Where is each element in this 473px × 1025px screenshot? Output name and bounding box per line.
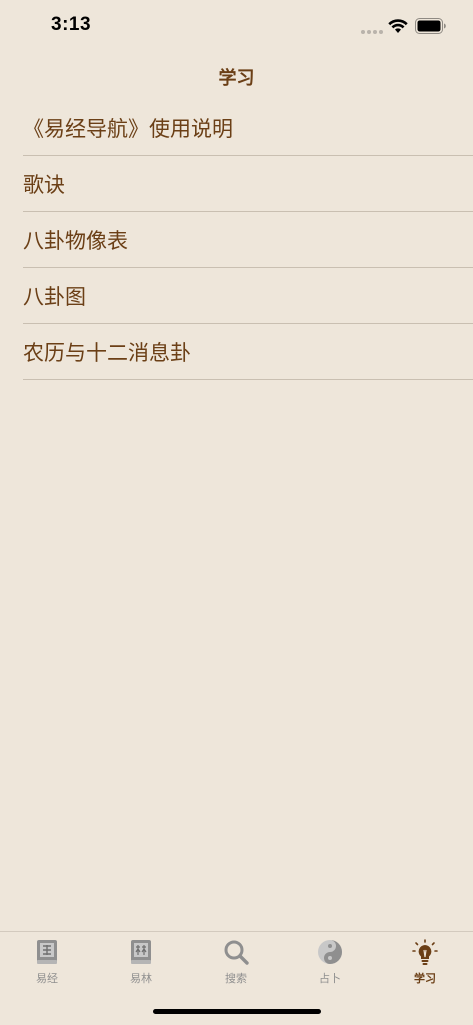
study-list: 《易经导航》使用说明 歌诀 八卦物像表 八卦图 农历与十二消息卦 bbox=[0, 100, 473, 380]
cellular-signal-icon bbox=[361, 30, 383, 34]
list-item-trigram-imagery-table[interactable]: 八卦物像表 bbox=[23, 212, 473, 268]
battery-icon bbox=[415, 18, 446, 34]
tab-label: 学习 bbox=[414, 972, 436, 985]
search-icon bbox=[224, 940, 249, 965]
tab-search[interactable]: 搜索 bbox=[189, 938, 283, 990]
yin-yang-icon bbox=[318, 940, 342, 964]
list-item-verses[interactable]: 歌诀 bbox=[23, 156, 473, 212]
tab-label: 易经 bbox=[36, 972, 58, 985]
status-time: 3:13 bbox=[51, 14, 92, 35]
tab-label: 占卜 bbox=[319, 972, 341, 985]
home-indicator[interactable] bbox=[153, 1009, 321, 1014]
tab-label: 易林 bbox=[130, 972, 152, 985]
tab-divination[interactable]: 占卜 bbox=[283, 938, 377, 990]
status-bar: 3:13 bbox=[0, 0, 473, 50]
list-item-lunar-calendar-hexagrams[interactable]: 农历与十二消息卦 bbox=[23, 324, 473, 380]
tab-study[interactable]: 学习 bbox=[378, 938, 472, 990]
page-title: 学习 bbox=[218, 68, 255, 89]
list-item-trigram-diagram[interactable]: 八卦图 bbox=[23, 268, 473, 324]
book-lin-icon bbox=[131, 940, 151, 964]
lightbulb-icon bbox=[412, 939, 438, 965]
list-item-usage-guide[interactable]: 《易经导航》使用说明 bbox=[23, 100, 473, 156]
tab-yijing[interactable]: 易经 bbox=[0, 938, 94, 990]
tab-label: 搜索 bbox=[225, 972, 247, 985]
book-jing-icon bbox=[37, 940, 57, 964]
tab-yilin[interactable]: 易林 bbox=[94, 938, 188, 990]
wifi-icon bbox=[388, 19, 408, 33]
